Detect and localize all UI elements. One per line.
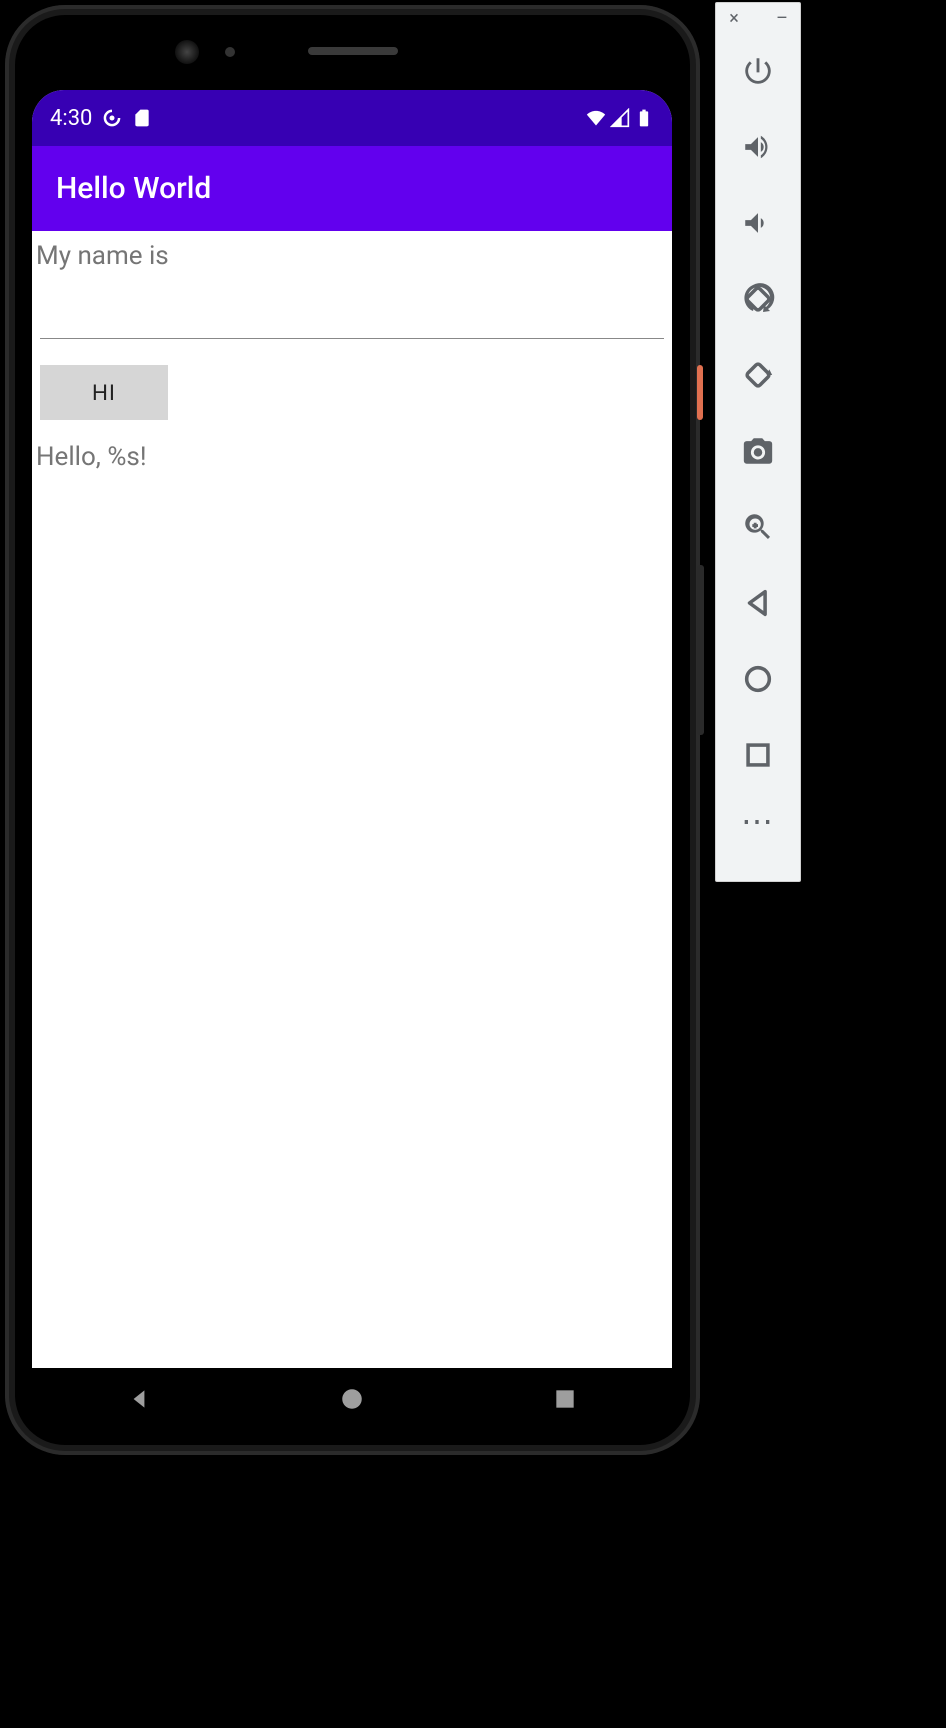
greeting-text: Hello, %s!: [32, 420, 672, 472]
volume-down-icon: [741, 206, 775, 240]
volume-up-button[interactable]: [728, 117, 788, 177]
zoom-in-icon: [741, 510, 775, 544]
status-bar: 4:30: [32, 90, 672, 146]
zoom-button[interactable]: [728, 497, 788, 557]
rotate-left-button[interactable]: [728, 269, 788, 329]
volume-down-button[interactable]: [728, 193, 788, 253]
emu-home-button[interactable]: [728, 649, 788, 709]
status-left: 4:30: [50, 106, 152, 131]
square-overview-icon: [741, 738, 775, 772]
rotate-left-icon: [741, 282, 775, 316]
more-icon: ⋯: [741, 816, 775, 826]
battery-icon: [634, 108, 654, 128]
wifi-icon: [586, 108, 606, 128]
phone-camera: [175, 40, 199, 64]
power-icon: [741, 54, 775, 88]
phone-speaker: [308, 47, 398, 55]
sd-card-icon: [132, 108, 152, 128]
phone-screen: 4:30 Hello World My name is HI Hello, %s…: [32, 90, 672, 1370]
cell-signal-icon: [610, 108, 630, 128]
emulator-window-controls: × –: [716, 9, 800, 33]
nav-home-icon[interactable]: [339, 1386, 365, 1412]
rotate-right-button[interactable]: [728, 345, 788, 405]
name-label: My name is: [32, 231, 672, 271]
status-time: 4:30: [50, 106, 92, 131]
nav-overview-icon[interactable]: [552, 1386, 578, 1412]
emu-overview-button[interactable]: [728, 725, 788, 785]
phone-volume-side-button[interactable]: [697, 565, 704, 735]
volume-up-icon: [741, 130, 775, 164]
screenshot-button[interactable]: [728, 421, 788, 481]
status-right: [586, 108, 654, 128]
app-content: My name is HI Hello, %s!: [32, 231, 672, 1370]
app-title: Hello World: [56, 171, 211, 206]
more-options-button[interactable]: ⋯: [728, 801, 788, 841]
data-saver-icon: [102, 108, 122, 128]
name-input[interactable]: [40, 291, 664, 339]
app-bar: Hello World: [32, 146, 672, 231]
minimize-icon[interactable]: –: [774, 11, 790, 27]
emu-back-button[interactable]: [728, 573, 788, 633]
camera-icon: [741, 434, 775, 468]
power-button[interactable]: [728, 41, 788, 101]
circle-home-icon: [741, 662, 775, 696]
phone-frame: 4:30 Hello World My name is HI Hello, %s…: [5, 5, 700, 1455]
phone-sensor: [225, 47, 235, 57]
rotate-right-icon: [741, 358, 775, 392]
triangle-back-icon: [741, 586, 775, 620]
nav-back-icon[interactable]: [126, 1386, 152, 1412]
close-icon[interactable]: ×: [726, 11, 742, 27]
hi-button[interactable]: HI: [40, 365, 168, 420]
android-nav-bar: [32, 1368, 672, 1430]
phone-power-side-button[interactable]: [697, 365, 703, 420]
emulator-sidebar: × – ⋯: [715, 2, 801, 882]
